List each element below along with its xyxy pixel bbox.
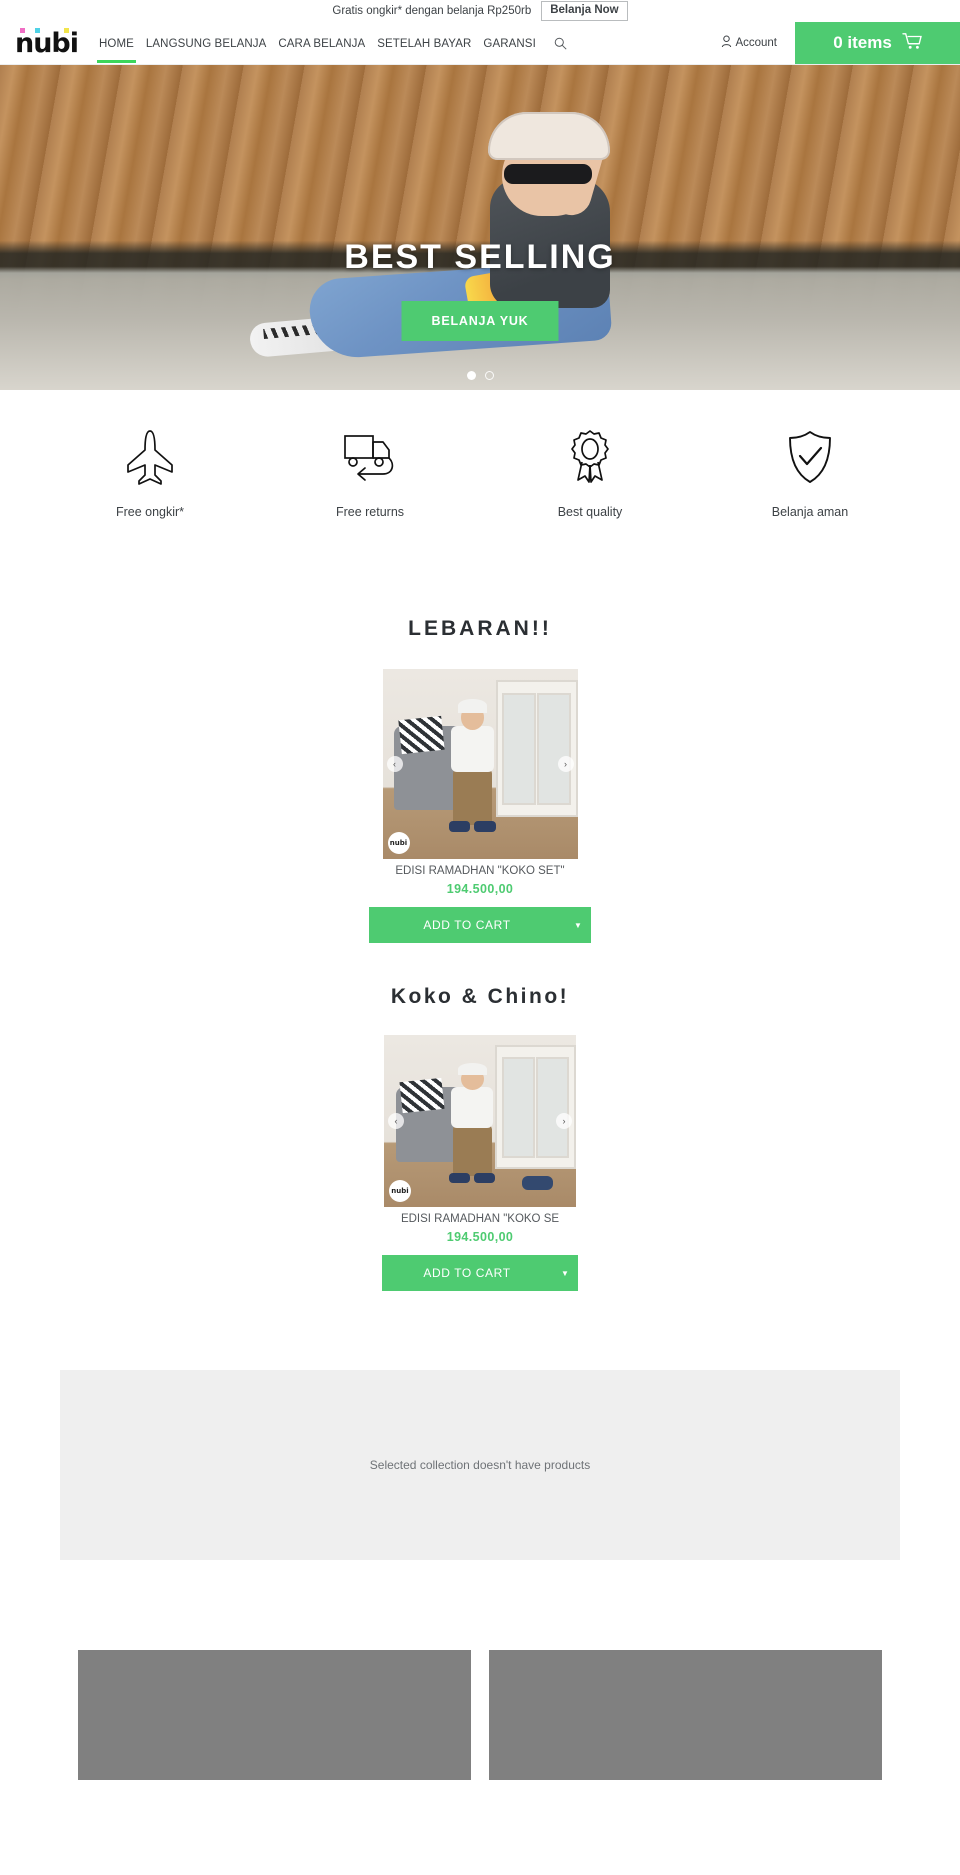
shield-check-icon [700, 427, 920, 487]
feature-label: Best quality [557, 504, 623, 519]
hero-dot-2[interactable] [484, 371, 494, 380]
add-to-cart-label: ADD TO CART [423, 1266, 511, 1280]
chevron-down-icon[interactable]: ▼ [565, 921, 591, 930]
feature-best-quality: Best quality [480, 427, 700, 519]
brand-badge: nubi [389, 1180, 411, 1202]
product-image-next-arrow[interactable]: › [556, 1113, 572, 1129]
empty-collection-panel: Selected collection doesn't have product… [60, 1370, 900, 1560]
hero-cta-button[interactable]: BELANJA YUK [401, 301, 559, 341]
nav-item-home[interactable]: HOME [93, 24, 140, 63]
chevron-down-icon[interactable]: ▼ [552, 1269, 578, 1278]
feature-belanja-aman: Belanja aman [700, 427, 920, 519]
product-image-prev-arrow[interactable]: ‹ [388, 1113, 404, 1129]
belanja-now-button[interactable]: Belanja Now [541, 1, 628, 21]
award-ribbon-icon [480, 427, 700, 487]
add-to-cart-label: ADD TO CART [423, 918, 511, 932]
nav-item-setelah-bayar[interactable]: SETELAH BAYAR [371, 24, 477, 63]
user-icon [721, 35, 732, 51]
shopping-cart-icon [902, 32, 922, 55]
product-image[interactable]: ‹ › nubi [384, 1035, 576, 1207]
cart-button[interactable]: 0 items [795, 22, 960, 64]
hero-slider: BEST SELLING BELANJA YUK [0, 65, 960, 390]
search-icon[interactable] [542, 37, 573, 50]
logo-dot-cyan-icon [34, 27, 40, 33]
product-image[interactable]: ‹ › nubi [382, 669, 578, 859]
product-image-prev-arrow[interactable]: ‹ [386, 756, 403, 772]
logo-dot-pink-icon [19, 27, 25, 33]
feature-free-ongkir: Free ongkir* [40, 427, 260, 519]
feature-label: Belanja aman [771, 504, 849, 519]
product-title: EDISI RAMADHAN "KOKO SET" [395, 865, 565, 877]
product-card: ‹ › nubi EDISI RAMADHAN "KOKO SE 194.500… [384, 1035, 576, 1244]
hero-dot-1[interactable] [466, 371, 476, 380]
nav-item-cara-belanja[interactable]: CARA BELANJA [272, 24, 371, 63]
main-navigation: HOME LANGSUNG BELANJA CARA BELANJA SETEL… [87, 22, 721, 64]
site-logo[interactable]: nubi [0, 22, 87, 64]
add-to-cart-button[interactable]: ADD TO CART ▼ [369, 907, 591, 943]
account-label: Account [735, 37, 777, 49]
section-title: Koko & Chino! [390, 985, 570, 1008]
logo-wordmark: nubi [15, 27, 79, 57]
return-truck-icon [260, 427, 480, 487]
hero-title: BEST SELLING [344, 238, 616, 276]
feature-label: Free ongkir* [115, 504, 185, 519]
feature-free-returns: Free returns [260, 427, 480, 519]
product-title: EDISI RAMADHAN "KOKO SE [400, 1213, 560, 1225]
brand-badge: nubi [387, 832, 410, 854]
logo-dot-yellow-icon [63, 27, 69, 33]
feature-label: Free returns [335, 504, 405, 519]
bottom-placeholder-row [0, 1650, 960, 1780]
product-image-next-arrow[interactable]: › [557, 756, 574, 772]
product-price: 194.500,00 [446, 1230, 514, 1244]
product-price: 194.500,00 [446, 882, 514, 896]
features-row: Free ongkir* Free returns Best quality B… [0, 390, 960, 555]
collection-section-lebaran: LEBARAN!! ‹ › nubi EDISI RAMADHAN "KOKO … [0, 617, 960, 943]
product-card: ‹ › nubi EDISI RAMADHAN "KOKO SET" 194.5… [382, 669, 578, 896]
nav-item-langsung-belanja[interactable]: LANGSUNG BELANJA [140, 24, 272, 63]
hero-slider-dots [0, 371, 960, 380]
placeholder-block-left[interactable] [78, 1650, 471, 1780]
empty-collection-message: Selected collection doesn't have product… [369, 1458, 591, 1472]
announcement-bar: Gratis ongkir* dengan belanja Rp250rb Be… [0, 0, 960, 22]
account-link[interactable]: Account [721, 22, 795, 64]
add-to-cart-button[interactable]: ADD TO CART ▼ [382, 1255, 578, 1291]
collection-section-koko-chino: Koko & Chino! ‹ › nubi EDISI RAMADHAN "K… [0, 985, 960, 1291]
section-title: LEBARAN!! [408, 617, 552, 640]
cart-count-label: 0 items [833, 33, 892, 52]
announcement-text: Gratis ongkir* dengan belanja Rp250rb [332, 5, 532, 17]
site-header: nubi HOME LANGSUNG BELANJA CARA BELANJA … [0, 22, 960, 65]
nav-item-garansi[interactable]: GARANSI [477, 24, 541, 63]
placeholder-block-right[interactable] [489, 1650, 882, 1780]
airplane-icon [40, 427, 260, 487]
